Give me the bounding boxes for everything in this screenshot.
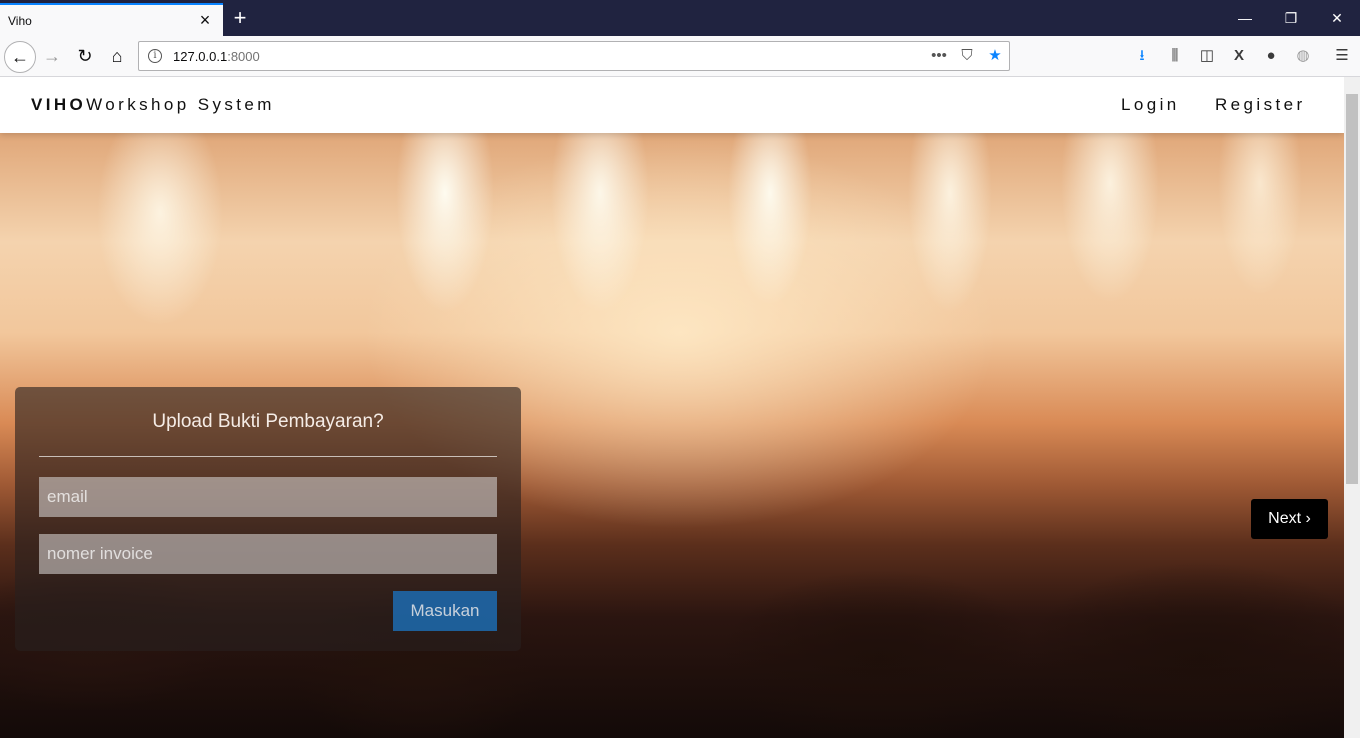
bookmark-star-icon[interactable]: ★ bbox=[984, 46, 1006, 66]
restore-icon[interactable]: ❐ bbox=[1268, 0, 1314, 36]
carousel-next-button[interactable]: Next › bbox=[1251, 499, 1328, 539]
minimize-icon[interactable]: — bbox=[1222, 0, 1268, 36]
form-divider bbox=[39, 456, 497, 457]
brand-bold: VIHO bbox=[31, 95, 87, 114]
home-icon[interactable]: ⌂ bbox=[103, 42, 131, 70]
url-port: :8000 bbox=[227, 48, 260, 64]
forward-arrow-icon[interactable]: → bbox=[38, 42, 66, 70]
globe-icon[interactable]: ◍ bbox=[1292, 45, 1314, 67]
site-logo[interactable]: VIHOWorkshop System bbox=[31, 95, 275, 115]
page-scrollbar[interactable] bbox=[1344, 77, 1360, 738]
extension-x-icon[interactable]: X bbox=[1228, 45, 1250, 67]
close-tab-icon[interactable]: × bbox=[197, 11, 213, 29]
new-tab-button[interactable]: + bbox=[230, 6, 250, 30]
page-viewport: VIHOWorkshop System Login Register Uploa… bbox=[0, 77, 1344, 738]
back-arrow-icon[interactable]: ← bbox=[4, 41, 36, 73]
site-header: VIHOWorkshop System Login Register bbox=[0, 77, 1344, 133]
reload-icon[interactable]: ↻ bbox=[71, 42, 99, 70]
page-actions-icon[interactable]: ••• bbox=[928, 46, 950, 66]
tab-title: Viho bbox=[8, 13, 32, 28]
scrollbar-thumb[interactable] bbox=[1346, 94, 1358, 484]
menu-icon[interactable]: ☰ bbox=[1331, 45, 1353, 67]
site-info-icon[interactable]: i bbox=[148, 49, 162, 63]
sidebar-icon[interactable]: ◫ bbox=[1196, 45, 1218, 67]
login-link[interactable]: Login bbox=[1121, 95, 1180, 115]
tab-active[interactable]: Viho × bbox=[0, 3, 223, 36]
invoice-number-field[interactable] bbox=[39, 534, 497, 574]
browser-tab-strip: Viho × + — ❐ ✕ bbox=[0, 0, 1360, 36]
register-link[interactable]: Register bbox=[1215, 95, 1306, 115]
submit-button[interactable]: Masukan bbox=[393, 591, 497, 631]
download-icon[interactable]: ⭳ bbox=[1131, 45, 1153, 67]
pocket-icon[interactable]: ⛉ bbox=[956, 46, 978, 66]
payment-upload-form: Upload Bukti Pembayaran? Masukan bbox=[15, 387, 521, 651]
close-window-icon[interactable]: ✕ bbox=[1314, 0, 1360, 36]
brand-rest: Workshop System bbox=[86, 95, 275, 114]
url-bar[interactable]: i 127.0.0.1:8000 ••• ⛉ ★ bbox=[138, 41, 1010, 71]
extension-circle-icon[interactable]: ● bbox=[1260, 45, 1282, 67]
url-host: 127.0.0.1 bbox=[173, 48, 228, 64]
email-field[interactable] bbox=[39, 477, 497, 517]
library-icon[interactable]: ⫼ bbox=[1164, 45, 1186, 67]
browser-toolbar: ← → ↻ ⌂ i 127.0.0.1:8000 ••• ⛉ ★ ⭳ ⫼ ◫ X… bbox=[0, 36, 1360, 77]
form-title: Upload Bukti Pembayaran? bbox=[152, 411, 384, 432]
